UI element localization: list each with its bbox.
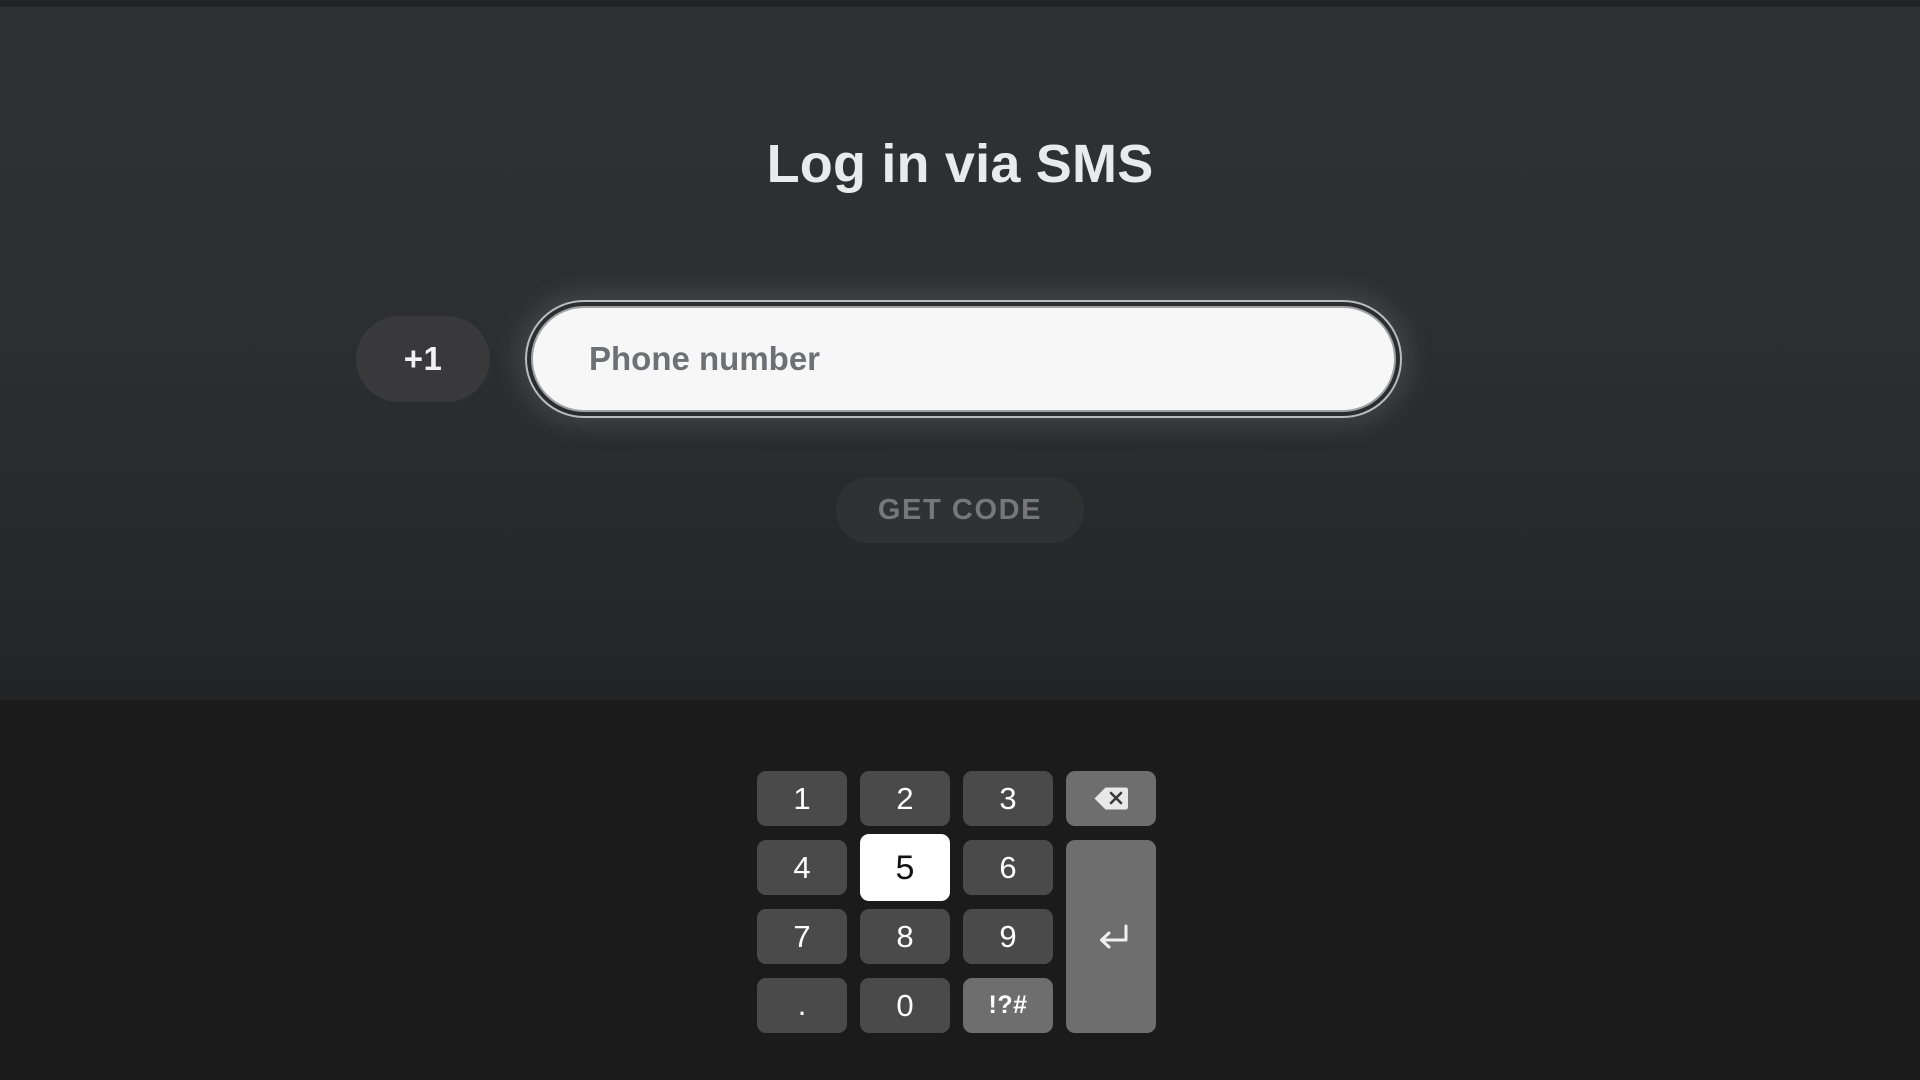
status-strip: [0, 0, 1920, 7]
phone-input-container: [525, 300, 1402, 418]
key-7[interactable]: 7: [757, 909, 847, 964]
key-2[interactable]: 2: [860, 771, 950, 826]
login-content-panel: Log in via SMS +1 GET CODE: [0, 7, 1920, 700]
key-enter[interactable]: [1066, 840, 1156, 1033]
key-period[interactable]: .: [757, 978, 847, 1033]
enter-icon: [1093, 922, 1129, 952]
key-8[interactable]: 8: [860, 909, 950, 964]
key-9[interactable]: 9: [963, 909, 1053, 964]
country-code-selector[interactable]: +1: [356, 316, 490, 402]
country-code-label: +1: [403, 340, 443, 377]
key-5[interactable]: 5: [860, 834, 950, 901]
screen-root: Log in via SMS +1 GET CODE 1 2 3: [0, 0, 1920, 1080]
keypad-grid: 1 2 3 4 5 6 7 8 9 . 0 !?#: [755, 771, 1165, 1033]
key-symbols[interactable]: !?#: [963, 978, 1053, 1033]
key-3[interactable]: 3: [963, 771, 1053, 826]
key-6[interactable]: 6: [963, 840, 1053, 895]
key-1[interactable]: 1: [757, 771, 847, 826]
key-backspace[interactable]: [1066, 771, 1156, 826]
key-4[interactable]: 4: [757, 840, 847, 895]
backspace-icon: [1094, 786, 1128, 811]
page-title: Log in via SMS: [766, 134, 1154, 194]
phone-number-input[interactable]: [531, 306, 1396, 412]
get-code-button[interactable]: GET CODE: [836, 477, 1084, 543]
numeric-keyboard: 1 2 3 4 5 6 7 8 9 . 0 !?#: [0, 700, 1920, 1080]
key-0[interactable]: 0: [860, 978, 950, 1033]
phone-entry-row: +1: [356, 300, 1402, 418]
